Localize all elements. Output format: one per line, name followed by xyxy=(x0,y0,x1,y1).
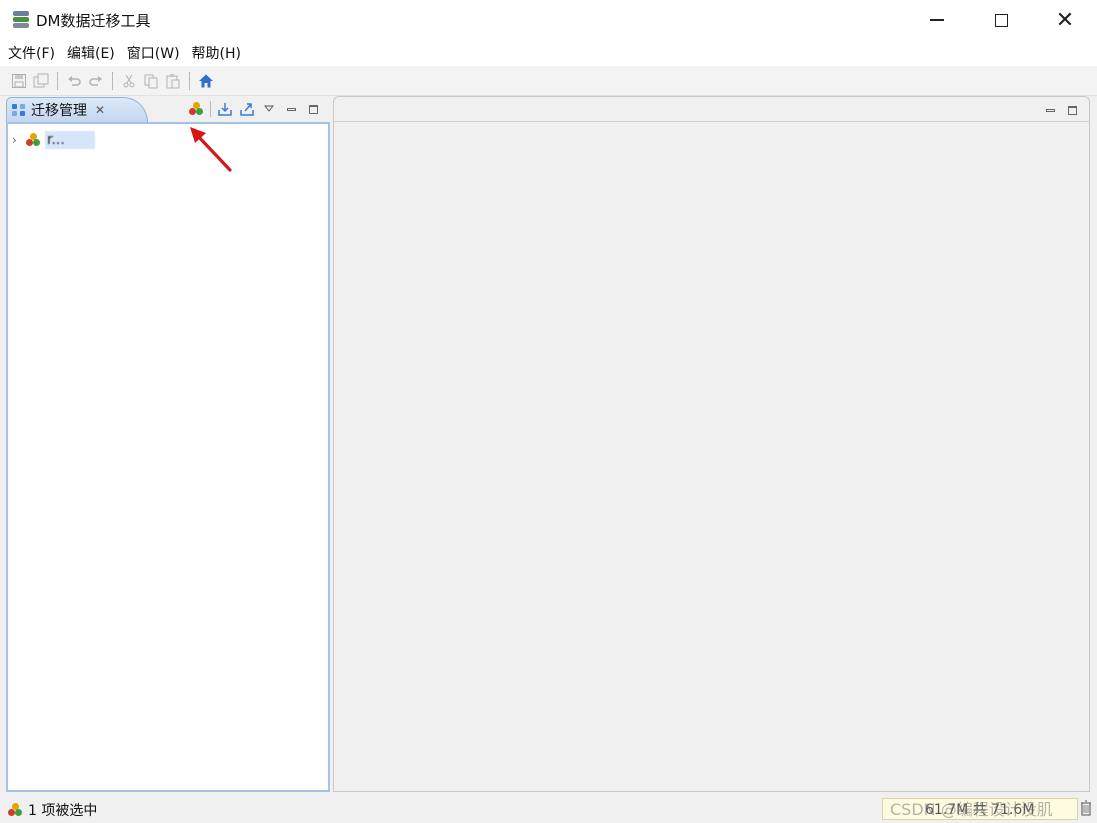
project-tree: › r... xyxy=(6,122,330,792)
undo-icon xyxy=(68,75,81,86)
toolbar-separator xyxy=(112,71,113,90)
close-button[interactable]: ✕ xyxy=(1033,0,1097,40)
save-button[interactable] xyxy=(8,70,30,92)
toolbar-separator xyxy=(57,71,58,90)
new-project-button[interactable] xyxy=(185,98,207,120)
cut-button[interactable] xyxy=(118,70,140,92)
annotation-arrow-icon xyxy=(190,127,232,172)
save-all-icon xyxy=(33,73,49,87)
maximize-icon xyxy=(994,13,1008,27)
undo-button[interactable] xyxy=(63,70,85,92)
import-button[interactable] xyxy=(214,98,236,120)
minimize-icon xyxy=(1045,108,1055,112)
view-maximize-button[interactable] xyxy=(302,98,324,120)
export-button[interactable] xyxy=(236,98,258,120)
menu-window[interactable]: 窗口(W) xyxy=(123,43,188,63)
menu-bar: 文件(F) 编辑(E) 窗口(W) 帮助(H) xyxy=(0,40,1097,66)
minimize-icon xyxy=(930,19,944,21)
editor-header xyxy=(334,97,1089,122)
copy-icon xyxy=(144,74,158,88)
home-icon xyxy=(199,74,213,87)
view-toolbar xyxy=(185,98,324,120)
selection-status: 1 项被选中 xyxy=(28,802,98,819)
view-toolbar-separator xyxy=(210,101,211,117)
maximize-icon xyxy=(1067,105,1077,115)
tab-close-icon[interactable]: ✕ xyxy=(95,103,105,117)
import-icon xyxy=(218,103,232,116)
tree-item-label: r... xyxy=(45,131,95,149)
view-menu-button[interactable] xyxy=(258,98,280,120)
export-icon xyxy=(240,103,254,116)
redo-icon xyxy=(89,75,102,86)
project-icon xyxy=(26,133,40,147)
heap-status: 61.7M 共 71.6M xyxy=(882,798,1078,820)
menu-file[interactable]: 文件(F) xyxy=(4,43,63,63)
migration-management-view: 迁移管理 ✕ › r... xyxy=(6,96,330,792)
editor-minimize-button[interactable] xyxy=(1039,99,1061,121)
tab-migration-management[interactable]: 迁移管理 ✕ xyxy=(6,97,148,122)
menu-help[interactable]: 帮助(H) xyxy=(188,43,249,63)
window-controls: ✕ xyxy=(905,0,1097,40)
redo-button[interactable] xyxy=(85,70,107,92)
chevron-right-icon[interactable]: › xyxy=(12,133,26,147)
copy-button[interactable] xyxy=(140,70,162,92)
editor-area xyxy=(333,96,1090,792)
save-all-button[interactable] xyxy=(30,70,52,92)
editor-toolbar xyxy=(1039,99,1083,121)
editor-maximize-button[interactable] xyxy=(1061,99,1083,121)
garbage-collect-button[interactable] xyxy=(1080,800,1094,818)
project-icon xyxy=(189,102,203,116)
view-header: 迁移管理 ✕ xyxy=(6,96,330,122)
database-app-icon xyxy=(12,10,30,30)
minimize-button[interactable] xyxy=(905,0,969,40)
main-toolbar xyxy=(0,66,1097,96)
heap-status-text: 61.7M 共 71.6M xyxy=(925,802,1035,818)
maximize-button[interactable] xyxy=(969,0,1033,40)
maximize-icon xyxy=(308,104,318,114)
view-minimize-button[interactable] xyxy=(280,98,302,120)
close-icon: ✕ xyxy=(1055,7,1075,33)
tab-label: 迁移管理 xyxy=(31,103,87,119)
menu-edit[interactable]: 编辑(E) xyxy=(63,43,123,63)
title-bar: DM数据迁移工具 ✕ xyxy=(0,0,1097,40)
minimize-icon xyxy=(286,107,296,111)
paste-icon xyxy=(166,73,180,88)
save-icon xyxy=(12,73,26,88)
trash-icon xyxy=(1081,800,1091,816)
project-icon xyxy=(8,802,22,817)
chevron-down-icon xyxy=(264,105,274,112)
tree-view-icon xyxy=(11,102,27,118)
paste-button[interactable] xyxy=(162,70,184,92)
tree-item[interactable]: › r... xyxy=(12,130,95,150)
home-button[interactable] xyxy=(195,70,217,92)
toolbar-separator xyxy=(189,71,190,90)
window-title: DM数据迁移工具 xyxy=(36,11,151,30)
cut-icon xyxy=(123,74,135,87)
